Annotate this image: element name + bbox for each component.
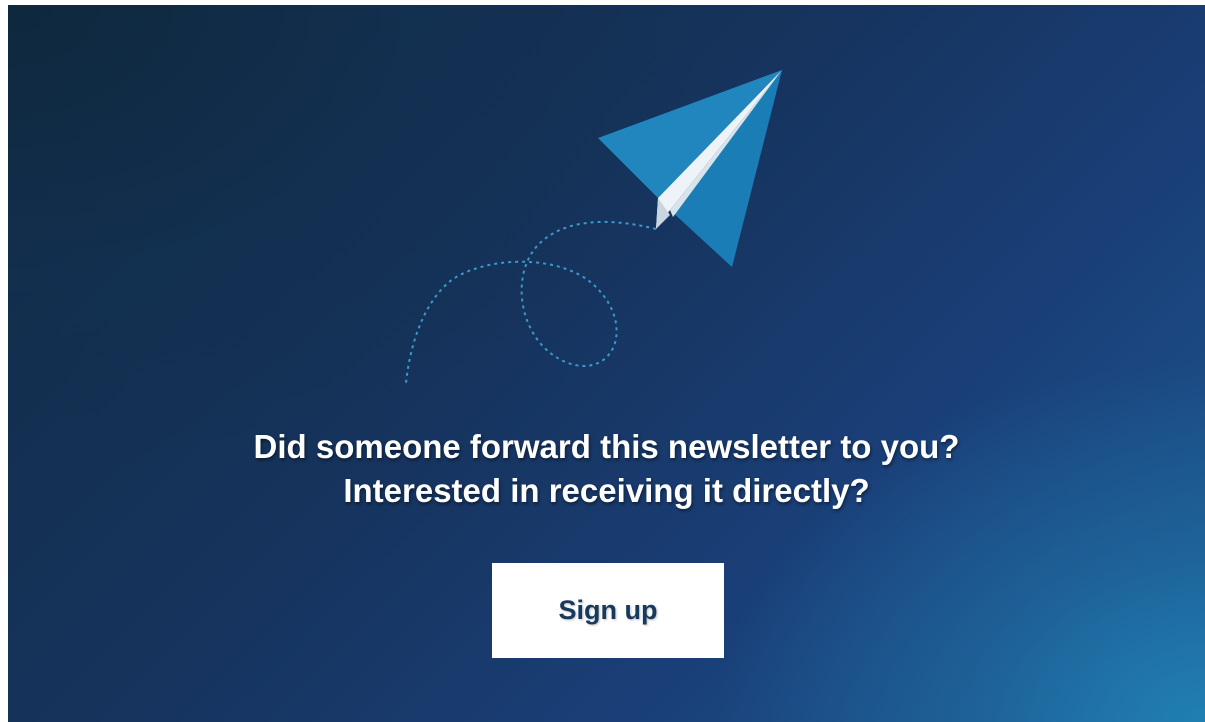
headline-line-2: Interested in receiving it directly? bbox=[343, 472, 870, 509]
sign-up-button[interactable]: Sign up bbox=[492, 563, 724, 658]
newsletter-banner: Did someone forward this newsletter to y… bbox=[8, 5, 1205, 722]
paper-plane-icon bbox=[598, 70, 782, 267]
headline-line-1: Did someone forward this newsletter to y… bbox=[253, 428, 960, 465]
paper-plane-illustration bbox=[405, 70, 782, 384]
headline: Did someone forward this newsletter to y… bbox=[8, 425, 1205, 513]
dotted-flight-path bbox=[405, 221, 657, 384]
